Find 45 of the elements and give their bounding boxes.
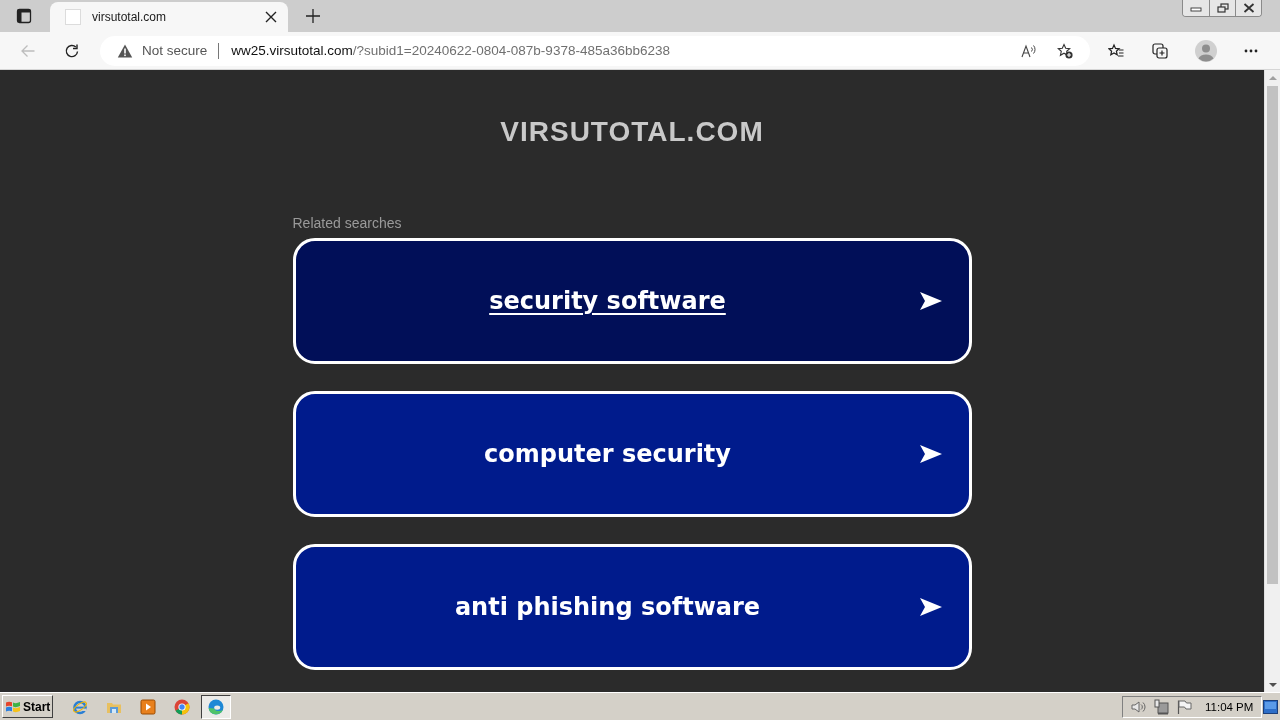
blank-page-icon (65, 9, 81, 25)
start-button[interactable]: Start (2, 695, 53, 718)
section-label: Related searches (292, 215, 402, 231)
star-list-icon (1108, 42, 1124, 59)
refresh-icon (64, 42, 80, 59)
more-icon (1244, 48, 1258, 53)
close-icon (1242, 3, 1255, 13)
star-plus-icon (1057, 42, 1073, 59)
address-field[interactable]: Not secure ww25.virsutotal.com/?subid1=20240622-0804-087b-9378-485a36bb6238 (100, 35, 1090, 66)
tab-panel-icon (16, 8, 32, 24)
flag-icon[interactable] (1176, 698, 1192, 715)
close-icon (265, 11, 277, 23)
collections-icon (1152, 42, 1168, 59)
related-search-link[interactable]: security software (292, 238, 972, 364)
warning-icon (117, 42, 133, 59)
url-text: ww25.virsutotal.com/?subid1=20240622-0804-087b-9378-485a36bb6238 (231, 43, 670, 58)
up-caret-icon (1267, 73, 1278, 82)
tab-title: virsutotal.com (92, 10, 168, 24)
back-arrow-icon (20, 42, 36, 59)
related-search-link[interactable]: computer security (292, 391, 972, 517)
avatar-icon (1195, 39, 1217, 62)
network-icon[interactable] (1153, 698, 1169, 715)
speaker-icon[interactable] (1130, 698, 1146, 715)
arrow-icon (919, 598, 942, 616)
e-browser-icon (72, 698, 88, 715)
add-favorite-button[interactable] (1057, 42, 1073, 59)
show-desktop-icon[interactable] (1263, 699, 1278, 714)
plus-icon (305, 8, 321, 24)
scrollbar-thumb[interactable] (1267, 86, 1278, 584)
swirl-browser-icon (208, 698, 224, 715)
down-caret-icon (1267, 680, 1278, 689)
play-icon (140, 698, 156, 715)
close-window-button[interactable] (1235, 0, 1261, 16)
restore-icon (1216, 3, 1229, 13)
arrow-icon (919, 292, 942, 310)
arrow-icon (919, 445, 942, 463)
read-aloud-button[interactable] (1021, 42, 1037, 59)
browser-tab[interactable]: virsutotal.com (50, 2, 288, 32)
related-search-link[interactable]: anti phishing software (292, 544, 972, 670)
clock[interactable]: 11:04 PM (1205, 700, 1254, 713)
security-label[interactable]: Not secure (142, 43, 208, 58)
read-aloud-icon (1021, 42, 1037, 59)
ring-browser-icon (174, 698, 190, 715)
taskbar-app-button[interactable] (201, 694, 231, 719)
site-title: VIRSUTOTAL.COM (500, 116, 764, 148)
